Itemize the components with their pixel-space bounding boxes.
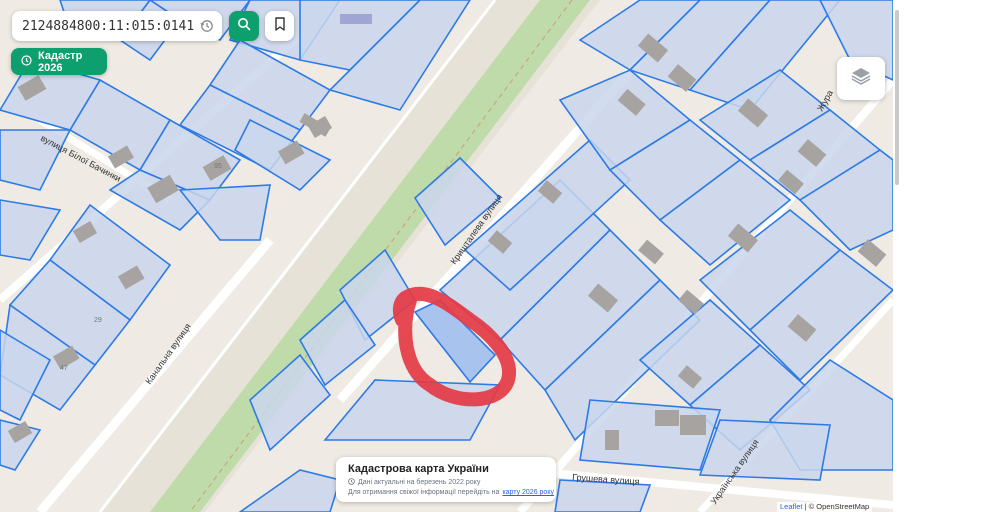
history-icon[interactable]: [200, 19, 214, 33]
page-scrollbar[interactable]: [895, 10, 899, 185]
layers-icon: [850, 66, 872, 91]
cadastre-map[interactable]: вулиця Білої Бачинки Кришталева вулиця К…: [0, 0, 893, 512]
cadastre-2026-label: Кадастр 2026: [38, 49, 83, 74]
house-number: 29: [94, 317, 102, 324]
clock-icon: [21, 54, 32, 69]
info-card: Кадастрова карта України Дані актуальні …: [336, 457, 556, 502]
bookmark-button[interactable]: [265, 11, 294, 41]
info-card-link-prefix: Для отримання свіжої інформації перейдіт…: [348, 489, 500, 496]
search-button[interactable]: [229, 11, 259, 41]
info-card-date-line: Дані актуальні на березень 2022 року: [348, 478, 544, 487]
search-icon: [237, 17, 251, 36]
cadastral-search-box: [12, 11, 222, 41]
info-card-link-line: Для отримання свіжої інформації перейдіт…: [348, 489, 554, 496]
house-number: 95: [214, 163, 222, 170]
cadastre-2026-button[interactable]: Кадастр 2026: [11, 48, 107, 75]
osm-attribution: © OpenStreetMap: [808, 502, 870, 511]
info-card-title: Кадастрова карта України: [348, 463, 489, 475]
leaflet-link[interactable]: Leaflet: [780, 502, 803, 511]
attribution-separator: |: [804, 502, 807, 511]
info-card-date: Дані актуальні на березень 2022 року: [358, 479, 481, 486]
layers-button[interactable]: [837, 57, 885, 100]
map-attribution: Leaflet | © OpenStreetMap: [777, 502, 873, 512]
info-icon: [348, 478, 355, 487]
map-2026-link[interactable]: карту 2026 року: [502, 489, 554, 496]
map-canvas: вулиця Білої Бачинки Кришталева вулиця К…: [0, 0, 893, 512]
cadastral-number-input[interactable]: [12, 17, 199, 35]
house-number: 47: [60, 365, 68, 372]
bookmark-icon: [274, 16, 286, 36]
